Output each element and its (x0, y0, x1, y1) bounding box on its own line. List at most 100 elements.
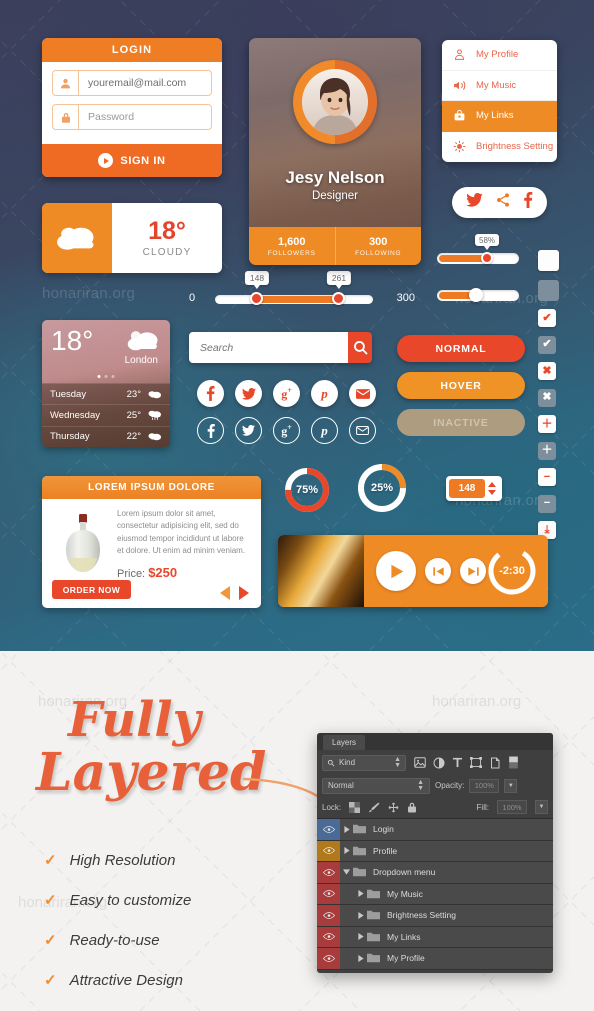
email-icon[interactable] (349, 417, 376, 444)
tab-layers[interactable]: Layers (323, 735, 366, 750)
next-button[interactable] (460, 558, 486, 584)
kind-filter-select[interactable]: Kind ▲ ▼ (322, 754, 406, 771)
minus-white-icon[interactable]: − (538, 494, 556, 513)
check-red-icon[interactable]: ✔ (538, 309, 556, 327)
plus-white-icon[interactable]: ＋ (538, 441, 556, 460)
adjustment-filter-icon[interactable] (433, 757, 445, 769)
search-button[interactable] (348, 332, 372, 363)
expand-triangle-icon[interactable] (354, 933, 367, 941)
layer-row-my-profile[interactable]: My Profile (317, 948, 553, 970)
dual-range-slider[interactable]: 0 300 148 261 (189, 271, 415, 306)
play-button[interactable] (376, 551, 416, 591)
smartobject-filter-icon[interactable] (489, 757, 501, 769)
layer-row-login[interactable]: Login (317, 819, 553, 841)
carousel-dots[interactable] (97, 375, 115, 378)
googleplus-icon[interactable]: g+ (273, 380, 300, 407)
expand-triangle-icon[interactable] (354, 890, 367, 898)
visibility-eye-icon[interactable] (317, 840, 340, 861)
slider-knob-low[interactable] (250, 292, 263, 305)
image-filter-icon[interactable] (414, 757, 426, 768)
visibility-eye-icon[interactable] (317, 819, 340, 840)
facebook-icon[interactable] (523, 192, 533, 213)
previous-button[interactable] (425, 558, 451, 584)
menu-item-my-music[interactable]: My Music (442, 71, 557, 101)
close-red-icon[interactable]: ✖ (538, 362, 556, 380)
opacity-value[interactable]: 100% (469, 778, 500, 793)
slider-knob[interactable] (469, 288, 483, 302)
slider-knob[interactable] (481, 252, 493, 264)
layer-row-brightness-setting[interactable]: Brightness Setting (317, 905, 553, 927)
glyph: ＋ (541, 444, 553, 456)
menu-item-brightness-setting[interactable]: Brightness Setting (442, 132, 557, 163)
collapse-triangle-icon[interactable] (340, 869, 353, 875)
menu-item-my-profile[interactable]: My Profile (442, 40, 557, 71)
layer-row-profile[interactable]: Profile (317, 840, 553, 862)
range-max-label: 300 (396, 292, 415, 304)
expand-triangle-icon[interactable] (354, 954, 367, 962)
twitter-icon[interactable] (235, 417, 262, 444)
opacity-label: Opacity: (435, 781, 465, 790)
layer-name: Profile (373, 845, 398, 856)
twitter-icon[interactable] (466, 193, 483, 212)
button-normal[interactable]: NORMAL (397, 335, 525, 362)
minus-red-icon[interactable]: − (538, 468, 556, 486)
visibility-eye-icon[interactable] (317, 905, 340, 926)
layer-row-my-links[interactable]: My Links (317, 926, 553, 948)
expand-triangle-icon[interactable] (354, 911, 367, 919)
plus-red-icon[interactable]: ＋ (538, 415, 556, 433)
search-input[interactable] (189, 332, 348, 363)
opacity-dropdown-icon[interactable]: ▼ (504, 778, 518, 793)
expand-triangle-icon[interactable] (340, 847, 353, 855)
checkbox-empty-gray[interactable] (538, 279, 559, 301)
visibility-eye-icon[interactable] (317, 883, 340, 904)
filter-toggle-icon[interactable] (508, 756, 519, 769)
glyph: − (543, 470, 551, 483)
number-stepper[interactable]: 148 (446, 476, 502, 501)
email-field[interactable]: youremail@mail.com (52, 70, 212, 96)
pinterest-icon[interactable]: p (311, 380, 338, 407)
visibility-eye-icon[interactable] (317, 948, 340, 969)
volume-slider[interactable] (437, 288, 519, 302)
stepper-value[interactable]: 148 (449, 479, 485, 498)
brightness-slider[interactable]: 58% (437, 234, 519, 264)
stepper-down-icon[interactable] (488, 490, 496, 495)
expand-triangle-icon[interactable] (340, 825, 353, 833)
fill-dropdown-icon[interactable]: ▼ (535, 800, 548, 814)
visibility-eye-icon[interactable] (317, 926, 340, 947)
fill-value[interactable]: 100% (497, 800, 527, 814)
stepper-arrows[interactable] (485, 482, 499, 495)
layer-row-my-music[interactable]: My Music (317, 883, 553, 905)
search-bar[interactable] (189, 332, 372, 363)
visibility-eye-icon[interactable] (317, 862, 340, 883)
lock-transparency-icon[interactable] (349, 801, 361, 813)
facebook-icon[interactable] (197, 417, 224, 444)
followers-stat[interactable]: 1,600 FOLLOWERS (249, 227, 335, 265)
next-arrow-icon[interactable] (239, 586, 249, 600)
googleplus-icon[interactable]: g+ (273, 417, 300, 444)
prev-arrow-icon[interactable] (220, 586, 230, 600)
pinterest-icon[interactable]: p (311, 417, 338, 444)
stepper-up-icon[interactable] (488, 482, 496, 487)
slider-knob-high[interactable] (332, 292, 345, 305)
checkbox-empty-white[interactable] (538, 250, 559, 271)
lock-all-icon[interactable] (407, 802, 417, 813)
twitter-icon[interactable] (235, 380, 262, 407)
facebook-icon[interactable] (197, 380, 224, 407)
lock-image-icon[interactable] (368, 802, 380, 813)
lock-position-icon[interactable] (388, 802, 399, 813)
menu-item-my-links[interactable]: My Links (442, 101, 557, 132)
check-white-icon[interactable]: ✔ (538, 335, 556, 354)
share-icon[interactable] (495, 192, 511, 213)
password-field[interactable]: Password (52, 104, 212, 130)
close-white-icon[interactable]: ✖ (538, 388, 556, 407)
signin-button[interactable]: SIGN IN (42, 144, 222, 177)
type-filter-icon[interactable] (452, 757, 463, 768)
lock-label: Lock: (322, 802, 342, 812)
blend-mode-select[interactable]: Normal ▲ ▼ (322, 777, 430, 794)
following-stat[interactable]: 300 FOLLOWING (334, 227, 422, 265)
order-now-button[interactable]: ORDER NOW (52, 580, 131, 599)
layer-row-dropdown-menu[interactable]: Dropdown menu (317, 862, 553, 884)
button-hover[interactable]: HOVER (397, 372, 525, 399)
shape-filter-icon[interactable] (470, 757, 482, 768)
email-icon[interactable] (349, 380, 376, 407)
